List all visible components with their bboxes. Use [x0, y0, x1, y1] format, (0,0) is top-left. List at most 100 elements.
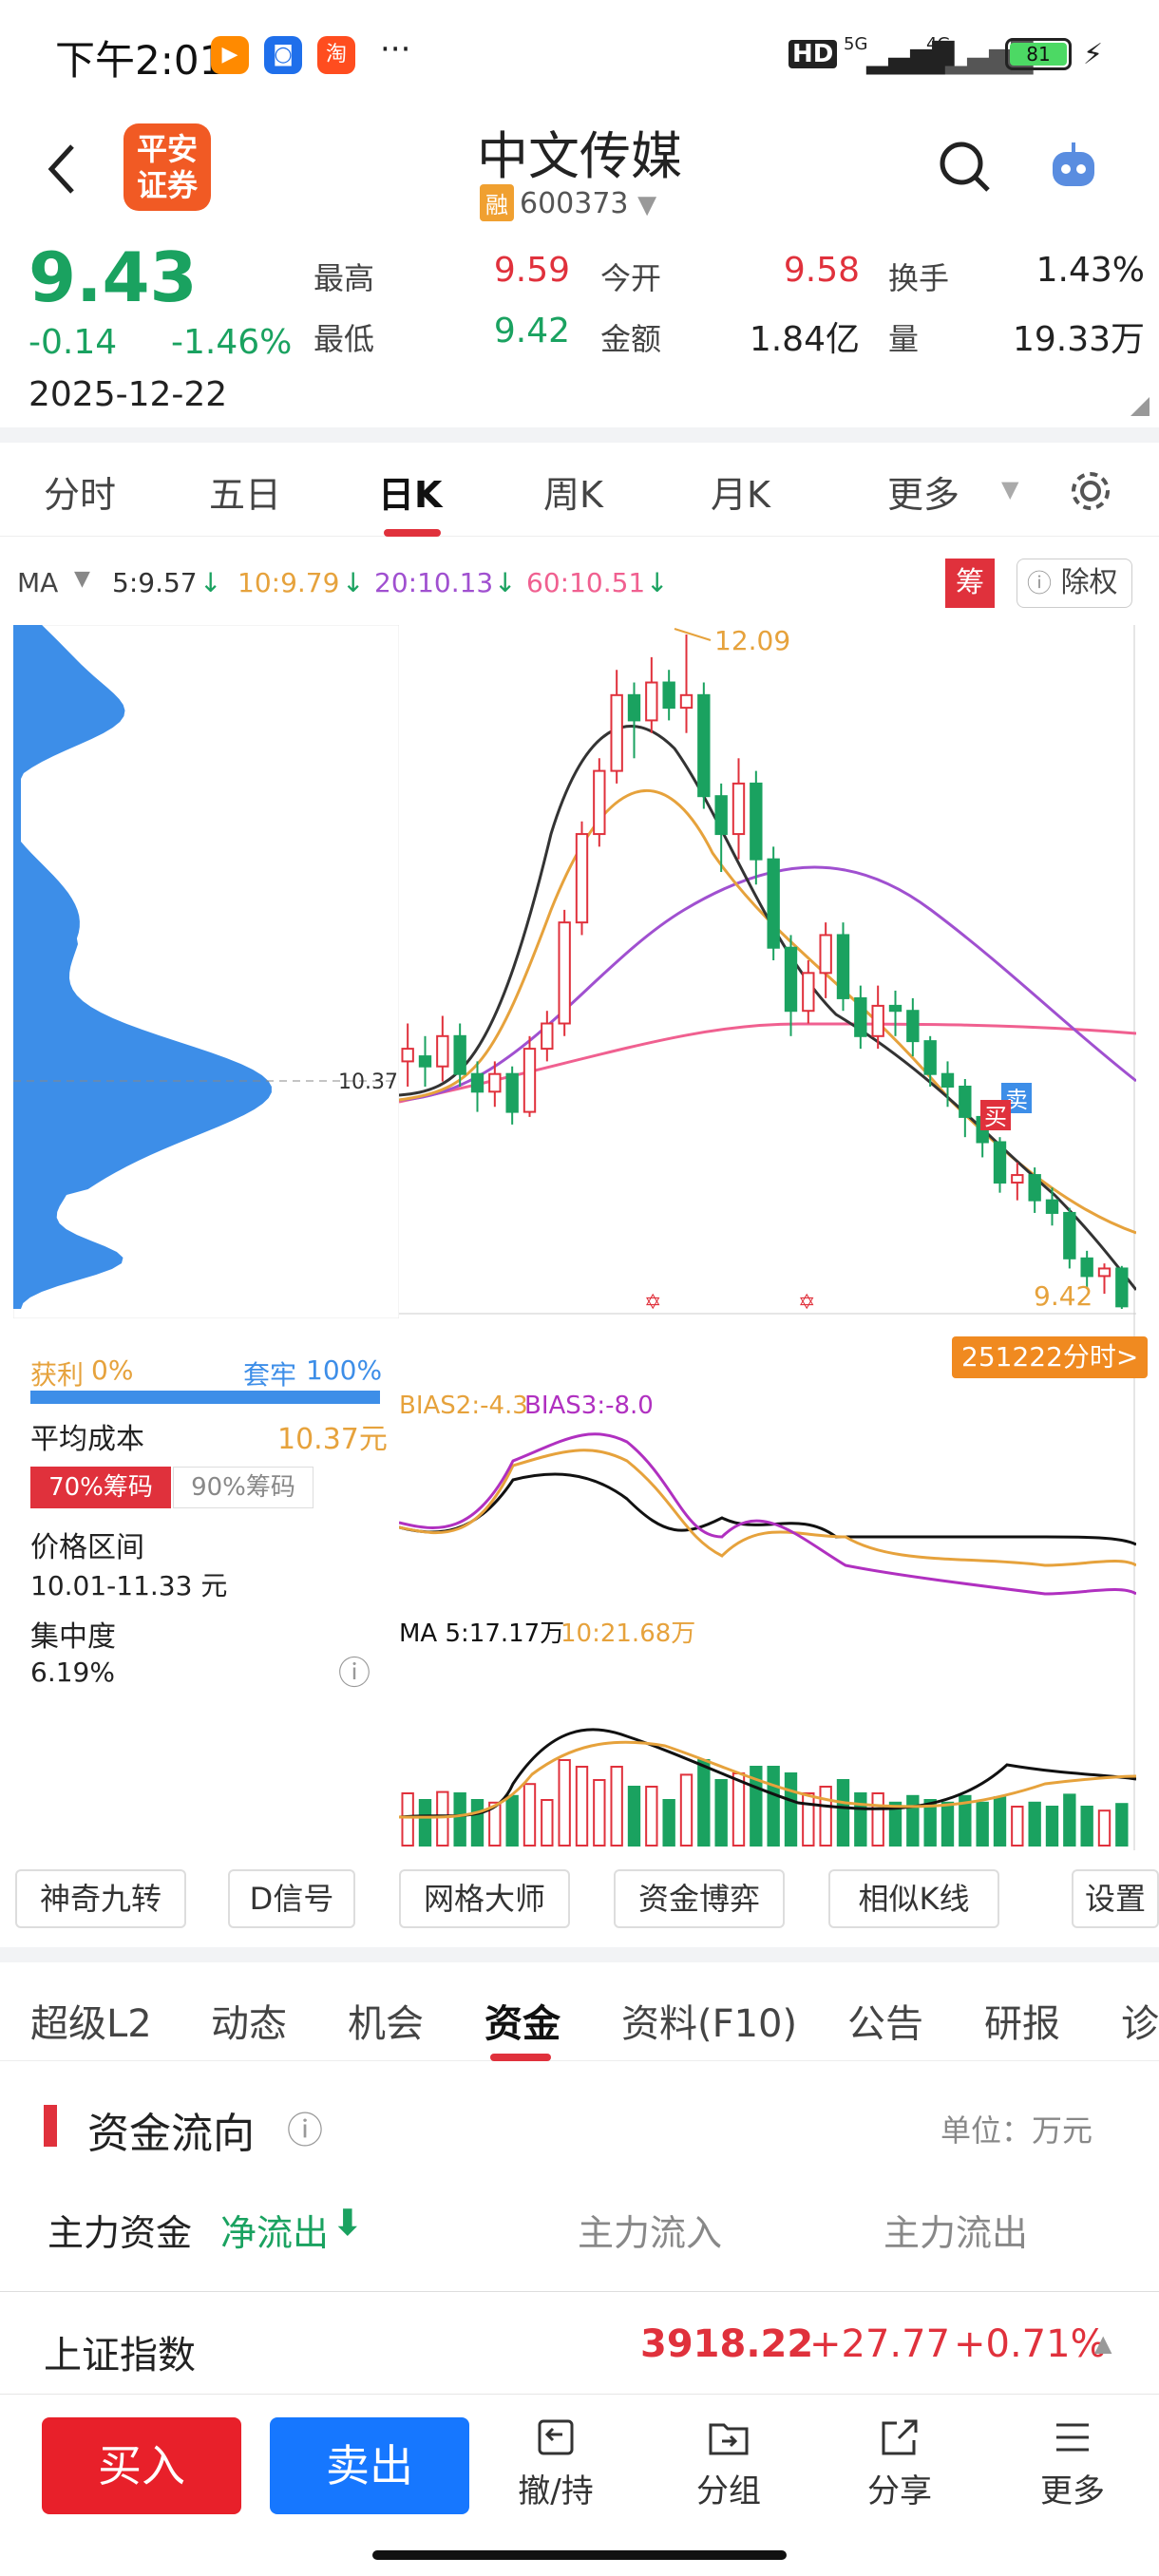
candle-body: [854, 996, 867, 1037]
low-label: 最低: [314, 321, 375, 357]
volume-bar: [836, 1779, 850, 1847]
ma5-value: 5:9.57: [112, 567, 198, 598]
price-change: -0.14: [28, 323, 118, 362]
candle-body: [1011, 1174, 1024, 1184]
tab-fenshi[interactable]: 分时: [44, 465, 116, 518]
volume-bar: [453, 1792, 466, 1847]
quote-panel: 9.43 -0.14 -1.46% 2025-12-22 最高 9.59 今开 …: [0, 237, 1159, 427]
more-button[interactable]: 更多: [1020, 2415, 1125, 2511]
tab-zhen[interactable]: 诊: [1121, 1993, 1159, 2048]
tab-jihui[interactable]: 机会: [348, 1993, 424, 2048]
tab-l2[interactable]: 超级L2: [30, 1993, 152, 2048]
tool-fund-game[interactable]: 资金博弈: [614, 1869, 785, 1928]
info-icon[interactable]: ⓘ: [338, 1647, 370, 1694]
tab-more[interactable]: 更多: [887, 465, 960, 518]
gear-icon[interactable]: [1068, 468, 1113, 514]
volume-bar: [993, 1796, 1007, 1847]
group-button[interactable]: 分组: [676, 2415, 781, 2511]
concentration-label: 集中度: [30, 1620, 116, 1654]
tool-shenqi[interactable]: 神奇九转: [15, 1869, 186, 1928]
more-chevron-icon: ▼: [1001, 476, 1019, 502]
buy-button[interactable]: 买入: [42, 2417, 241, 2514]
tab-yuek[interactable]: 月K: [711, 465, 770, 518]
tool-similar-k[interactable]: 相似K线: [828, 1869, 999, 1928]
candle-body: [784, 946, 798, 1013]
expand-corner-icon[interactable]: [1130, 397, 1150, 416]
ma20-down-icon: ↓: [494, 567, 517, 598]
profit-value: 0%: [91, 1354, 134, 1386]
search-icon[interactable]: [937, 139, 994, 196]
candle-body: [1028, 1174, 1041, 1202]
battery-level: 81: [1010, 43, 1067, 66]
candle-body: [1115, 1267, 1129, 1308]
chevron-down-icon: ▼: [637, 191, 657, 219]
profit-label: 获利: [30, 1359, 85, 1391]
volume-bar: [418, 1799, 432, 1847]
tab-dongtai[interactable]: 动态: [211, 1993, 287, 2048]
chuquan-button[interactable]: ⓘ 除权: [1016, 559, 1132, 608]
tool-settings[interactable]: 设置: [1072, 1869, 1159, 1928]
share-button[interactable]: 分享: [847, 2415, 952, 2511]
ma60-down-icon: ↓: [646, 567, 669, 598]
candle-body: [401, 1048, 414, 1063]
candle-body: [819, 934, 832, 975]
tool-grid[interactable]: 网格大师: [399, 1869, 570, 1928]
fund-flow-section: 资金流向 ⓘ 单位：万元 主力资金 净流出 ⬇ 主力流入 主力流出: [0, 2061, 1159, 2299]
candle-body: [1080, 1257, 1093, 1278]
sell-button[interactable]: 卖出: [270, 2417, 469, 2514]
candle-body: [575, 833, 589, 924]
tab-90-chips[interactable]: 90%筹码: [173, 1467, 314, 1508]
ma20-value: 20:10.13: [374, 567, 494, 598]
cancel-hold-button[interactable]: 撤/持: [504, 2415, 608, 2511]
tab-gonggao[interactable]: 公告: [847, 1993, 923, 2048]
index-name: 上证指数: [44, 2334, 196, 2377]
chip-distribution-chart: 10.37: [13, 625, 399, 1318]
candle-body: [959, 1085, 972, 1118]
amount-label: 金额: [600, 321, 662, 357]
tab-zhouk[interactable]: 周K: [543, 465, 603, 518]
volume-bar: [1045, 1806, 1059, 1847]
robot-assistant-icon[interactable]: [1045, 139, 1102, 196]
tab-rik[interactable]: 日K: [378, 465, 442, 518]
tab-f10[interactable]: 资料(F10): [621, 1993, 797, 2048]
net-out-label: 净流出: [220, 2212, 330, 2254]
tool-dsignal[interactable]: D信号: [228, 1869, 355, 1928]
candle-body: [871, 1004, 884, 1037]
candle-body: [732, 782, 746, 836]
fenshi-button[interactable]: 251222分时>: [952, 1336, 1149, 1378]
chip-toggle-button[interactable]: 筹: [945, 559, 995, 608]
candle-body: [627, 693, 641, 722]
volume-bar: [645, 1786, 658, 1847]
volume-bar: [593, 1779, 606, 1847]
index-ticker[interactable]: 上证指数 3918.22 +27.77 +0.71% ▲: [0, 2291, 1159, 2396]
kline-chart[interactable]: 12.09 9.42 ✡ ✡ 卖 买 BIAS2:-4.3 BIAS3:-8.0…: [399, 625, 1136, 1850]
candle-body: [488, 1072, 502, 1093]
tab-wuri[interactable]: 五日: [209, 465, 281, 518]
volume-bar: [627, 1786, 641, 1847]
volume-bar: [976, 1801, 989, 1847]
ma-label[interactable]: MA: [17, 567, 58, 598]
candle-body: [940, 1072, 955, 1088]
info-icon: ⓘ: [1027, 570, 1053, 598]
status-bar: 下午2:01 ▶ ◙ 淘 ··· HD 5G ▂▄▆█ 4G ▂▄▆█ 81 ⚡: [0, 0, 1159, 104]
volume-bar: [714, 1779, 728, 1847]
turnover-value: 1.43%: [1036, 251, 1145, 290]
volume-bar: [1097, 1809, 1112, 1847]
main-in-label: 主力流入: [578, 2212, 723, 2254]
expand-up-icon[interactable]: ▲: [1094, 2330, 1112, 2357]
menu-icon: [1056, 2423, 1089, 2452]
index-pct: +0.71%: [954, 2322, 1107, 2366]
bias3-label: BIAS3:-8.0: [524, 1392, 654, 1420]
tab-zijin[interactable]: 资金: [484, 1993, 560, 2048]
volume-bar: [436, 1790, 449, 1847]
stock-code-selector[interactable]: 融 600373 ▼: [480, 184, 656, 221]
price-change-pct: -1.46%: [171, 323, 293, 362]
candle-body: [558, 921, 571, 1025]
ma-dropdown-icon[interactable]: ▼: [74, 567, 90, 591]
tab-70-chips[interactable]: 70%筹码: [30, 1467, 171, 1508]
separator-2: [0, 1947, 1159, 1962]
volume-bar: [906, 1794, 920, 1847]
tab-yanbao[interactable]: 研报: [984, 1993, 1060, 2048]
candle-body: [1063, 1211, 1076, 1260]
info-icon[interactable]: ⓘ: [287, 2101, 323, 2153]
